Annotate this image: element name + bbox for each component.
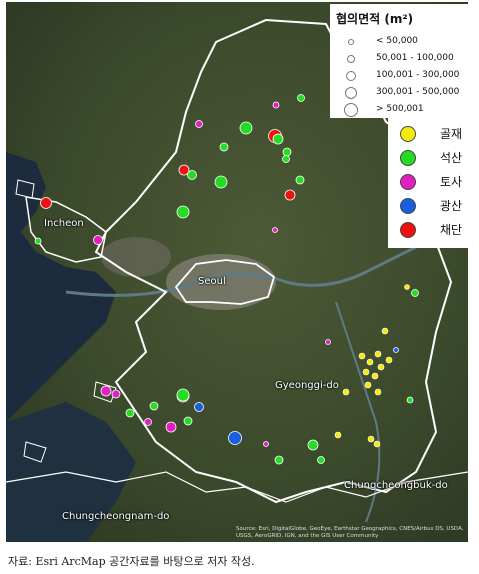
source-caption: 자료: Esri ArcMap 공간자료를 바탕으로 저자 작성. <box>8 555 255 568</box>
marker-green <box>176 205 190 219</box>
legend-type-label: 골재 <box>440 127 463 141</box>
marker-magenta <box>272 227 278 233</box>
marker-green <box>274 455 284 465</box>
marker-green <box>149 401 159 411</box>
marker-yellow <box>367 435 375 443</box>
marker-green <box>307 439 319 451</box>
marker-blue <box>393 347 399 353</box>
map-attribution: Source: Esri, DigitalGlobe, GeoEye, Eart… <box>236 526 464 539</box>
legend-type-row: 광산 <box>394 194 464 218</box>
legend-size-row: 300,001 - 500,000 <box>336 84 464 101</box>
marker-yellow <box>366 358 374 366</box>
marker-magenta <box>93 235 103 245</box>
legend-site-type: 골재 석산 토사 광산 채단 <box>388 118 470 248</box>
legend-type-row: 채단 <box>394 218 464 242</box>
marker-magenta <box>195 120 203 128</box>
size-circle-icon <box>347 55 355 63</box>
marker-yellow <box>377 363 385 371</box>
label-gyeonggi: Gyeonggi-do <box>275 380 339 391</box>
marker-yellow <box>358 352 366 360</box>
urban-area <box>101 237 171 277</box>
legend-size-row: 100,001 - 300,000 <box>336 67 464 84</box>
green-dot-icon <box>400 150 416 166</box>
legend-type-row: 토사 <box>394 170 464 194</box>
magenta-dot-icon <box>400 174 416 190</box>
marker-magenta <box>100 385 112 397</box>
red-dot-icon <box>400 222 416 238</box>
marker-green <box>183 416 193 426</box>
legend-type-label: 석산 <box>440 151 463 165</box>
size-circle-icon <box>345 87 357 99</box>
legend-size-row: < 50,000 <box>336 33 464 50</box>
marker-green <box>295 175 305 185</box>
marker-red <box>284 189 296 201</box>
marker-magenta <box>263 441 269 447</box>
label-chungbuk: Chungcheongbuk-do <box>344 480 448 491</box>
legend-size-label: 300,001 - 500,000 <box>376 87 460 97</box>
marker-yellow <box>362 368 370 376</box>
marker-yellow <box>374 350 382 358</box>
legend-type-label: 채단 <box>440 223 463 237</box>
label-seoul: Seoul <box>198 276 226 287</box>
legend-size-row: 50,001 - 100,000 <box>336 50 464 67</box>
marker-yellow <box>342 388 350 396</box>
marker-magenta <box>144 418 152 426</box>
marker-green <box>239 121 253 135</box>
marker-blue <box>228 431 242 445</box>
marker-green <box>219 142 229 152</box>
marker-green <box>34 237 42 245</box>
marker-green <box>297 94 305 102</box>
marker-magenta <box>272 101 280 109</box>
marker-yellow <box>374 388 382 396</box>
marker-magenta <box>325 339 331 345</box>
legend-type-row: 골재 <box>394 122 464 146</box>
marker-green <box>214 175 228 189</box>
marker-yellow <box>381 327 389 335</box>
blue-dot-icon <box>400 198 416 214</box>
marker-green <box>317 456 325 464</box>
marker-yellow <box>364 381 372 389</box>
marker-green <box>406 396 414 404</box>
marker-green <box>125 408 135 418</box>
legend-type-label: 광산 <box>440 199 463 213</box>
marker-yellow <box>385 356 393 364</box>
marker-green <box>282 155 290 163</box>
marker-yellow <box>404 284 410 290</box>
marker-yellow <box>371 372 379 380</box>
marker-blue <box>194 402 204 412</box>
marker-yellow <box>334 431 342 439</box>
legend-size-label: 50,001 - 100,000 <box>376 53 454 63</box>
marker-green <box>411 289 419 297</box>
marker-yellow <box>373 440 381 448</box>
marker-green <box>282 147 292 157</box>
marker-red <box>40 197 52 209</box>
legend-size-label: > 500,001 <box>376 104 424 114</box>
legend-area-size: 협의면적 (m²) < 50,000 50,001 - 100,000 100,… <box>330 4 470 118</box>
legend-size-title: 협의면적 (m²) <box>336 12 414 26</box>
label-incheon: Incheon <box>44 218 84 229</box>
marker-green <box>176 388 190 402</box>
marker-magenta <box>165 421 177 433</box>
marker-green <box>272 133 284 145</box>
legend-size-label: < 50,000 <box>376 36 418 46</box>
size-circle-icon <box>346 71 356 81</box>
legend-type-row: 석산 <box>394 146 464 170</box>
legend-type-label: 토사 <box>440 175 463 189</box>
marker-green <box>187 170 197 180</box>
legend-size-label: 100,001 - 300,000 <box>376 70 460 80</box>
label-chungnam: Chungcheongnam-do <box>62 511 170 522</box>
size-circle-icon <box>344 103 358 117</box>
size-circle-icon <box>348 39 354 45</box>
yellow-dot-icon <box>400 126 416 142</box>
legend-size-row: > 500,001 <box>336 101 464 118</box>
marker-magenta <box>111 389 121 399</box>
